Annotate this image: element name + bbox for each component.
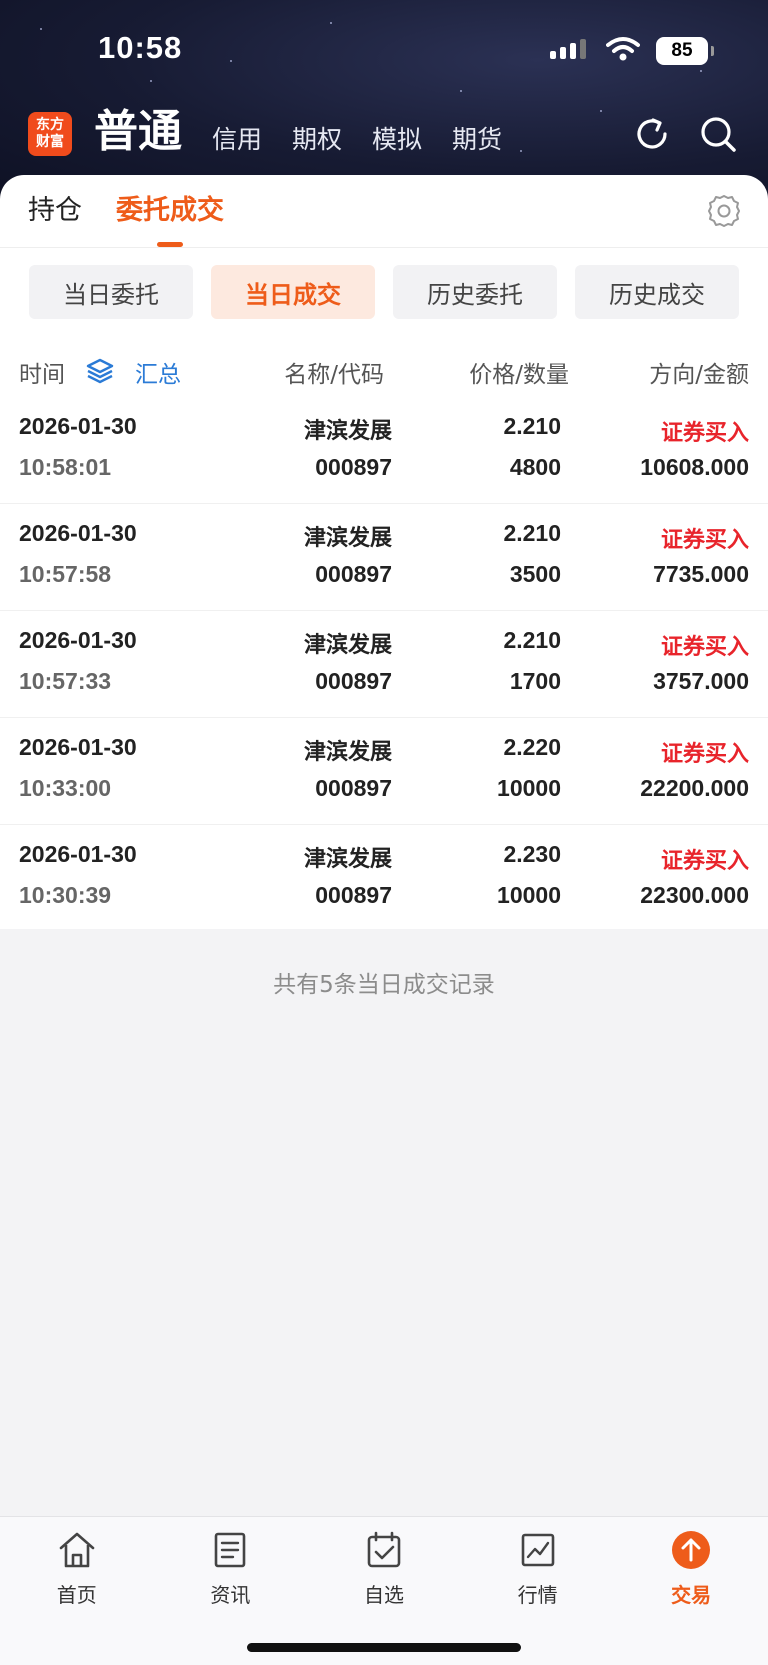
account-tab-options[interactable]: 期权 [292, 120, 342, 160]
filter-today-orders[interactable]: 当日委托 [29, 265, 193, 319]
filter-today-trades[interactable]: 当日成交 [211, 265, 375, 319]
watchlist-icon [363, 1529, 405, 1575]
status-time: 10:58 [98, 30, 183, 65]
trade-arrow-icon [670, 1529, 712, 1575]
trade-amount: 7735.000 [653, 561, 749, 587]
trade-amount: 22200.000 [640, 775, 749, 801]
nav-watchlist-label: 自选 [363, 1583, 404, 1607]
nav-home-label: 首页 [56, 1583, 97, 1607]
app-header: 10:58 85 东方 财富 普通 信用 期权 模拟 期货 [0, 0, 768, 200]
trade-quantity: 4800 [509, 454, 561, 480]
stock-name: 津滨发展 [303, 419, 392, 444]
header-direction-amount: 方向/金额 [649, 362, 749, 388]
home-icon [56, 1529, 98, 1575]
stock-name: 津滨发展 [303, 740, 392, 765]
home-indicator[interactable] [247, 1643, 521, 1652]
stock-code: 000897 [315, 454, 392, 480]
app-logo: 东方 财富 [28, 112, 72, 156]
stock-name: 津滨发展 [303, 847, 392, 872]
stock-name: 津滨发展 [303, 633, 392, 658]
trade-amount: 10608.000 [640, 454, 749, 480]
account-tab-simulated[interactable]: 模拟 [372, 120, 422, 160]
trade-quantity: 10000 [497, 882, 561, 908]
signal-icon [550, 37, 590, 65]
trade-quantity: 3500 [509, 561, 561, 587]
account-tab-futures[interactable]: 期货 [452, 120, 502, 160]
stock-code: 000897 [315, 775, 392, 801]
table-row[interactable]: 2026-01-30 10:57:33 津滨发展 000897 2.210 17… [0, 611, 768, 718]
trade-list: 2026-01-30 10:58:01 津滨发展 000897 2.210 48… [0, 397, 768, 932]
trade-time: 10:33:00 [19, 775, 112, 801]
wifi-icon [606, 36, 640, 66]
trade-price: 2.230 [503, 841, 561, 867]
filter-group: 当日委托 当日成交 历史委托 历史成交 [29, 265, 739, 319]
trade-direction: 证券买入 [660, 635, 749, 660]
trade-time: 10:58:01 [19, 454, 112, 480]
trade-direction: 证券买入 [660, 742, 749, 767]
nav-watchlist[interactable]: 自选 [307, 1529, 461, 1608]
table-header: 时间 汇总 名称/代码 价格/数量 方向/金额 [0, 345, 768, 395]
trade-date: 2026-01-30 [19, 627, 137, 653]
status-icons: 85 [550, 36, 714, 66]
nav-market[interactable]: 行情 [461, 1529, 615, 1608]
trade-direction: 证券买入 [660, 849, 749, 874]
filter-history-trades[interactable]: 历史成交 [575, 265, 739, 319]
trade-price: 2.210 [503, 413, 561, 439]
record-count-summary: 共有5条当日成交记录 [273, 972, 495, 998]
trade-date: 2026-01-30 [19, 413, 137, 439]
nav-home[interactable]: 首页 [0, 1529, 154, 1608]
nav-news-label: 资讯 [210, 1583, 251, 1607]
trade-time: 10:57:33 [19, 668, 112, 694]
stock-code: 000897 [315, 882, 392, 908]
account-type-nav: 普通 信用 期权 模拟 期货 [94, 104, 502, 160]
logo-text-2: 财富 [36, 134, 64, 150]
trade-direction: 证券买入 [660, 421, 749, 446]
account-tab-normal[interactable]: 普通 [94, 104, 182, 160]
trade-price: 2.220 [503, 734, 561, 760]
trade-amount: 22300.000 [640, 882, 749, 908]
bottom-nav: 首页 资讯 自选 行情 交易 [0, 1516, 768, 1665]
tab-orders-trades[interactable]: 委托成交 [116, 191, 224, 247]
battery-indicator: 85 [656, 37, 714, 65]
table-row[interactable]: 2026-01-30 10:30:39 津滨发展 000897 2.230 10… [0, 825, 768, 932]
trade-direction: 证券买入 [660, 528, 749, 553]
trade-amount: 3757.000 [653, 668, 749, 694]
trade-price: 2.210 [503, 627, 561, 653]
nav-market-label: 行情 [517, 1583, 558, 1607]
trade-price: 2.210 [503, 520, 561, 546]
header-name-code: 名称/代码 [284, 362, 384, 388]
table-row[interactable]: 2026-01-30 10:33:00 津滨发展 000897 2.220 10… [0, 718, 768, 825]
stock-code: 000897 [315, 561, 392, 587]
nav-trade-label: 交易 [671, 1583, 712, 1607]
table-row[interactable]: 2026-01-30 10:58:01 津滨发展 000897 2.210 48… [0, 397, 768, 504]
summary-toggle[interactable]: 汇总 [135, 355, 181, 389]
stock-code: 000897 [315, 668, 392, 694]
search-icon[interactable] [698, 114, 738, 158]
news-icon [209, 1529, 251, 1575]
trade-quantity: 10000 [497, 775, 561, 801]
layers-icon[interactable] [86, 357, 114, 391]
header-time: 时间 [19, 362, 65, 388]
nav-trade[interactable]: 交易 [614, 1529, 768, 1608]
main-panel: 持仓 委托成交 当日委托 当日成交 历史委托 历史成交 时间 汇总 名称/代码 … [0, 175, 768, 929]
trade-quantity: 1700 [509, 668, 561, 694]
stock-name: 津滨发展 [303, 526, 392, 551]
trade-date: 2026-01-30 [19, 841, 137, 867]
section-tabs: 持仓 委托成交 [28, 191, 224, 247]
trade-time: 10:30:39 [19, 882, 112, 908]
refresh-icon[interactable] [632, 114, 672, 158]
divider [0, 247, 768, 248]
trade-date: 2026-01-30 [19, 734, 137, 760]
gear-icon[interactable] [706, 193, 742, 233]
logo-text-1: 东方 [36, 117, 64, 133]
trade-time: 10:57:58 [19, 561, 112, 587]
chart-line-icon [517, 1529, 559, 1575]
tab-holdings[interactable]: 持仓 [28, 191, 82, 247]
header-price-qty: 价格/数量 [469, 362, 569, 388]
account-tab-credit[interactable]: 信用 [212, 120, 262, 160]
table-row[interactable]: 2026-01-30 10:57:58 津滨发展 000897 2.210 35… [0, 504, 768, 611]
filter-history-orders[interactable]: 历史委托 [393, 265, 557, 319]
trade-date: 2026-01-30 [19, 520, 137, 546]
nav-news[interactable]: 资讯 [154, 1529, 308, 1608]
